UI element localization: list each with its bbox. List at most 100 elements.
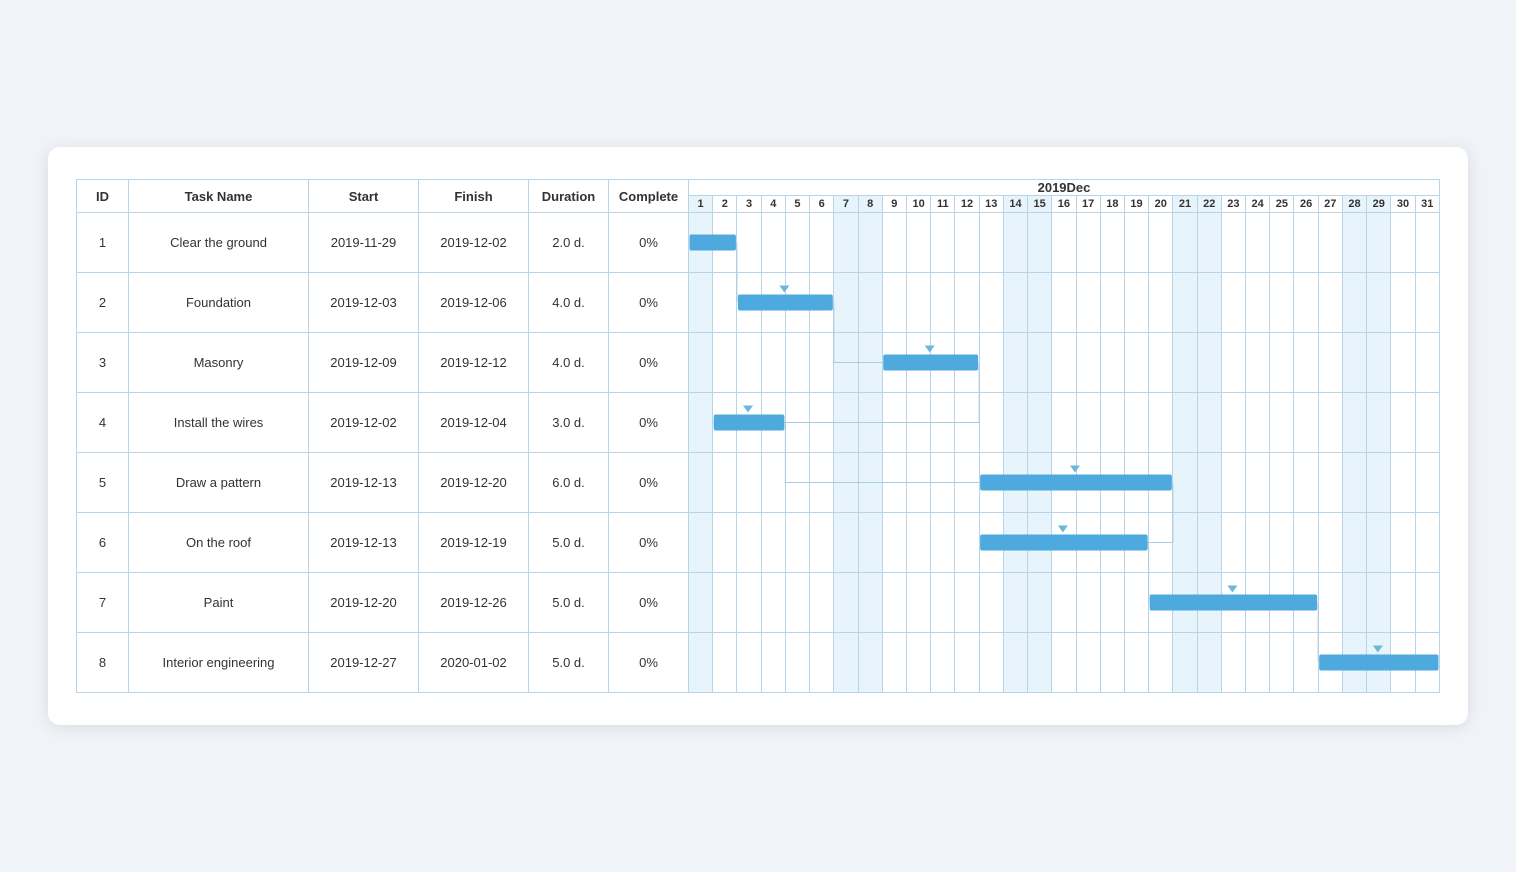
gantt-day-cell-row6-day2 (713, 513, 737, 573)
gantt-day-cell-row8-day9 (882, 633, 906, 693)
gantt-day-cell-row7-day24 (1246, 573, 1270, 633)
gantt-day-cell-row4-day14 (1003, 393, 1027, 453)
gantt-day-cell-row6-day20 (1149, 513, 1173, 573)
gantt-day-cell-row7-day21 (1173, 573, 1197, 633)
gantt-day-cell-row5-day17 (1076, 453, 1100, 513)
day-header-2: 2 (713, 196, 737, 213)
gantt-day-cell-row6-day29 (1367, 513, 1391, 573)
gantt-day-cell-row2-day20 (1149, 273, 1173, 333)
gantt-day-cell-row8-day15 (1028, 633, 1052, 693)
gantt-day-cell-row7-day26 (1294, 573, 1318, 633)
table-row: 3Masonry2019-12-092019-12-124.0 d.0% (77, 333, 1440, 393)
gantt-day-cell-row6-day31 (1415, 513, 1439, 573)
gantt-day-cell-row2-day5 (785, 273, 809, 333)
gantt-day-cell-row8-day29 (1367, 633, 1391, 693)
gantt-day-cell-row5-day5 (785, 453, 809, 513)
gantt-day-cell-row1-day19 (1124, 213, 1148, 273)
day-header-19: 19 (1124, 196, 1148, 213)
gantt-day-cell-row5-day14 (1003, 453, 1027, 513)
gantt-day-cell-row6-day22 (1197, 513, 1221, 573)
gantt-day-cell-row6-day26 (1294, 513, 1318, 573)
table-row: 8Interior engineering2019-12-272020-01-0… (77, 633, 1440, 693)
gantt-day-cell-row7-day10 (906, 573, 930, 633)
table-row: 2Foundation2019-12-032019-12-064.0 d.0% (77, 273, 1440, 333)
gantt-day-cell-row3-day27 (1318, 333, 1342, 393)
gantt-day-cell-row5-day6 (810, 453, 834, 513)
gantt-day-cell-row4-day6 (810, 393, 834, 453)
gantt-day-cell-row3-day24 (1246, 333, 1270, 393)
day-header-7: 7 (834, 196, 858, 213)
table-row: 7Paint2019-12-202019-12-265.0 d.0% (77, 573, 1440, 633)
gantt-day-cell-row3-day25 (1270, 333, 1294, 393)
gantt-day-cell-row6-day27 (1318, 513, 1342, 573)
gantt-day-cell-row1-day21 (1173, 213, 1197, 273)
day-header-26: 26 (1294, 196, 1318, 213)
day-header-12: 12 (955, 196, 979, 213)
gantt-day-cell-row6-day17 (1076, 513, 1100, 573)
gantt-day-cell-row7-day5 (785, 573, 809, 633)
gantt-day-cell-row8-day23 (1221, 633, 1245, 693)
gantt-day-cell-row6-day10 (906, 513, 930, 573)
day-header-23: 23 (1221, 196, 1245, 213)
gantt-day-cell-row3-day17 (1076, 333, 1100, 393)
gantt-day-cell-row6-day4 (761, 513, 785, 573)
gantt-day-cell-row5-day11 (931, 453, 955, 513)
gantt-day-cell-row2-day10 (906, 273, 930, 333)
gantt-day-cell-row2-day17 (1076, 273, 1100, 333)
gantt-day-cell-row8-day3 (737, 633, 761, 693)
gantt-day-cell-row5-day28 (1342, 453, 1366, 513)
gantt-day-cell-row5-day12 (955, 453, 979, 513)
gantt-day-cell-row2-day27 (1318, 273, 1342, 333)
gantt-day-cell-row5-day24 (1246, 453, 1270, 513)
gantt-day-cell-row4-day18 (1100, 393, 1124, 453)
gantt-day-cell-row2-day18 (1100, 273, 1124, 333)
gantt-day-cell-row2-day24 (1246, 273, 1270, 333)
gantt-day-cell-row4-day12 (955, 393, 979, 453)
gantt-day-cell-row7-day7 (834, 573, 858, 633)
gantt-day-cell-row8-day22 (1197, 633, 1221, 693)
gantt-day-cell-row4-day4 (761, 393, 785, 453)
gantt-day-cell-row3-day8 (858, 333, 882, 393)
gantt-day-cell-row4-day26 (1294, 393, 1318, 453)
gantt-day-cell-row1-day9 (882, 213, 906, 273)
gantt-day-cell-row5-day21 (1173, 453, 1197, 513)
gantt-day-cell-row5-day9 (882, 453, 906, 513)
gantt-day-cell-row2-day3 (737, 273, 761, 333)
gantt-day-cell-row5-day13 (979, 453, 1003, 513)
gantt-day-cell-row8-day27 (1318, 633, 1342, 693)
gantt-day-cell-row3-day26 (1294, 333, 1318, 393)
gantt-day-cell-row3-day20 (1149, 333, 1173, 393)
gantt-day-cell-row4-day13 (979, 393, 1003, 453)
gantt-day-cell-row4-day7 (834, 393, 858, 453)
gantt-wrapper: IDTask NameStartFinishDurationComplete20… (76, 179, 1440, 693)
day-header-10: 10 (906, 196, 930, 213)
table-row: 1Clear the ground2019-11-292019-12-022.0… (77, 213, 1440, 273)
gantt-day-cell-row8-day17 (1076, 633, 1100, 693)
gantt-day-cell-row1-day2 (713, 213, 737, 273)
gantt-day-cell-row7-day27 (1318, 573, 1342, 633)
gantt-day-cell-row2-day15 (1028, 273, 1052, 333)
gantt-day-cell-row7-day25 (1270, 573, 1294, 633)
gantt-day-cell-row1-day20 (1149, 213, 1173, 273)
gantt-day-cell-row5-day25 (1270, 453, 1294, 513)
gantt-day-cell-row4-day5 (785, 393, 809, 453)
gantt-day-cell-row3-day29 (1367, 333, 1391, 393)
day-header-18: 18 (1100, 196, 1124, 213)
gantt-day-cell-row4-day25 (1270, 393, 1294, 453)
gantt-day-cell-row2-day4 (761, 273, 785, 333)
gantt-day-cell-row1-day15 (1028, 213, 1052, 273)
gantt-day-cell-row3-day10 (906, 333, 930, 393)
gantt-day-cell-row2-day2 (713, 273, 737, 333)
gantt-day-cell-row8-day18 (1100, 633, 1124, 693)
gantt-day-cell-row5-day2 (713, 453, 737, 513)
gantt-day-cell-row4-day21 (1173, 393, 1197, 453)
gantt-day-cell-row1-day12 (955, 213, 979, 273)
gantt-day-cell-row8-day31 (1415, 633, 1439, 693)
day-header-28: 28 (1342, 196, 1366, 213)
day-header-14: 14 (1003, 196, 1027, 213)
table-row: 4Install the wires2019-12-022019-12-043.… (77, 393, 1440, 453)
gantt-day-cell-row8-day13 (979, 633, 1003, 693)
gantt-day-cell-row4-day29 (1367, 393, 1391, 453)
gantt-day-cell-row8-day8 (858, 633, 882, 693)
gantt-day-cell-row5-day30 (1391, 453, 1415, 513)
